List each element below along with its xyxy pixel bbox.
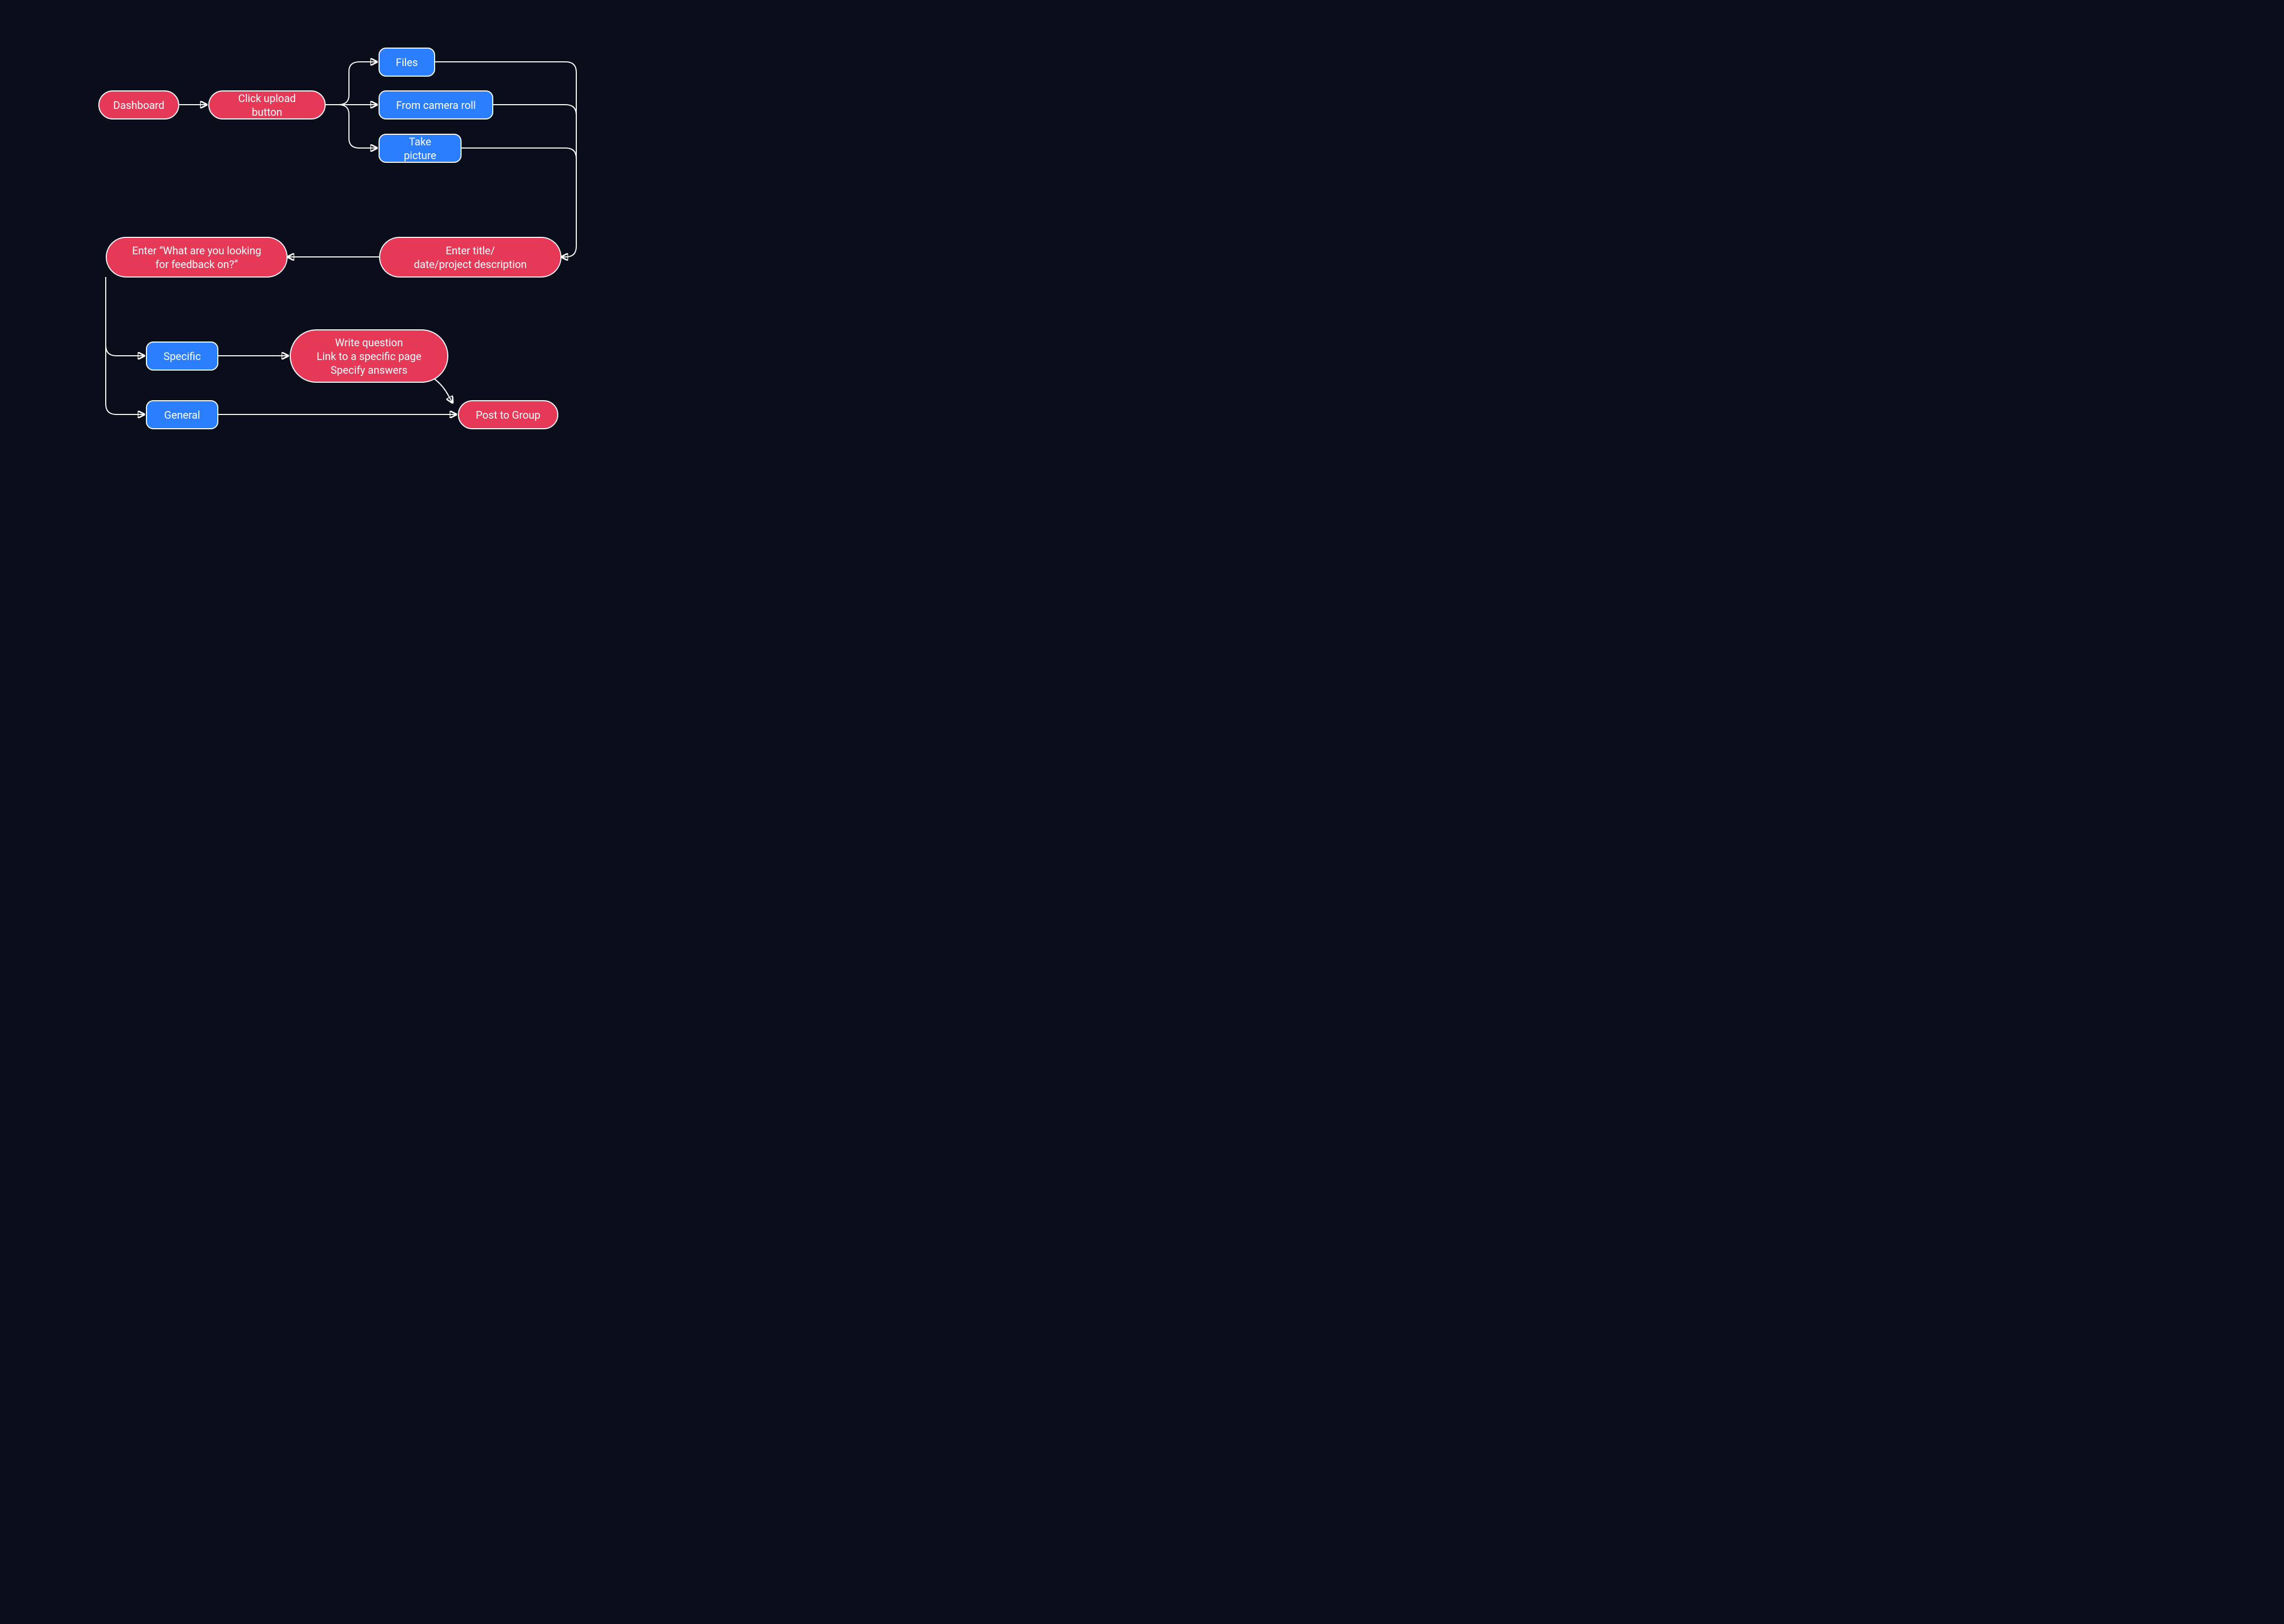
node-post-to-group: Post to Group xyxy=(458,400,558,429)
edge-upload-to-files xyxy=(326,62,377,105)
edges xyxy=(0,0,687,488)
label: Dashboard xyxy=(113,98,164,112)
label: From camera roll xyxy=(396,98,476,112)
node-dashboard: Dashboard xyxy=(98,90,179,119)
edge-feedback-to-general xyxy=(106,277,144,414)
label: Files xyxy=(396,56,418,69)
node-general: General xyxy=(146,400,218,429)
edge-upload-to-picture xyxy=(326,105,377,148)
node-camera-roll: From camera roll xyxy=(379,90,493,119)
node-write-question: Write question Link to a specific page S… xyxy=(290,329,448,383)
label: Post to Group xyxy=(476,408,540,422)
node-enter-feedback: Enter “What are you looking for feedback… xyxy=(106,237,288,278)
label: Write question Link to a specific page S… xyxy=(317,336,421,377)
flow-diagram: Dashboard Click upload button Files From… xyxy=(0,0,687,488)
label: Take picture xyxy=(392,135,448,162)
edge-picture-to-bus xyxy=(462,148,576,159)
node-enter-title: Enter title/ date/project description xyxy=(379,237,561,278)
node-files: Files xyxy=(379,48,435,77)
node-click-upload: Click upload button xyxy=(208,90,326,119)
node-specific: Specific xyxy=(146,342,218,371)
edge-feedback-to-specific xyxy=(106,277,144,356)
label: Enter “What are you looking for feedback… xyxy=(132,244,261,271)
node-take-picture: Take picture xyxy=(379,134,462,163)
label: General xyxy=(164,408,200,422)
label: Specific xyxy=(163,349,201,363)
edge-camera-to-bus xyxy=(493,105,576,115)
label: Enter title/ date/project description xyxy=(414,244,527,271)
label: Click upload button xyxy=(222,91,312,119)
